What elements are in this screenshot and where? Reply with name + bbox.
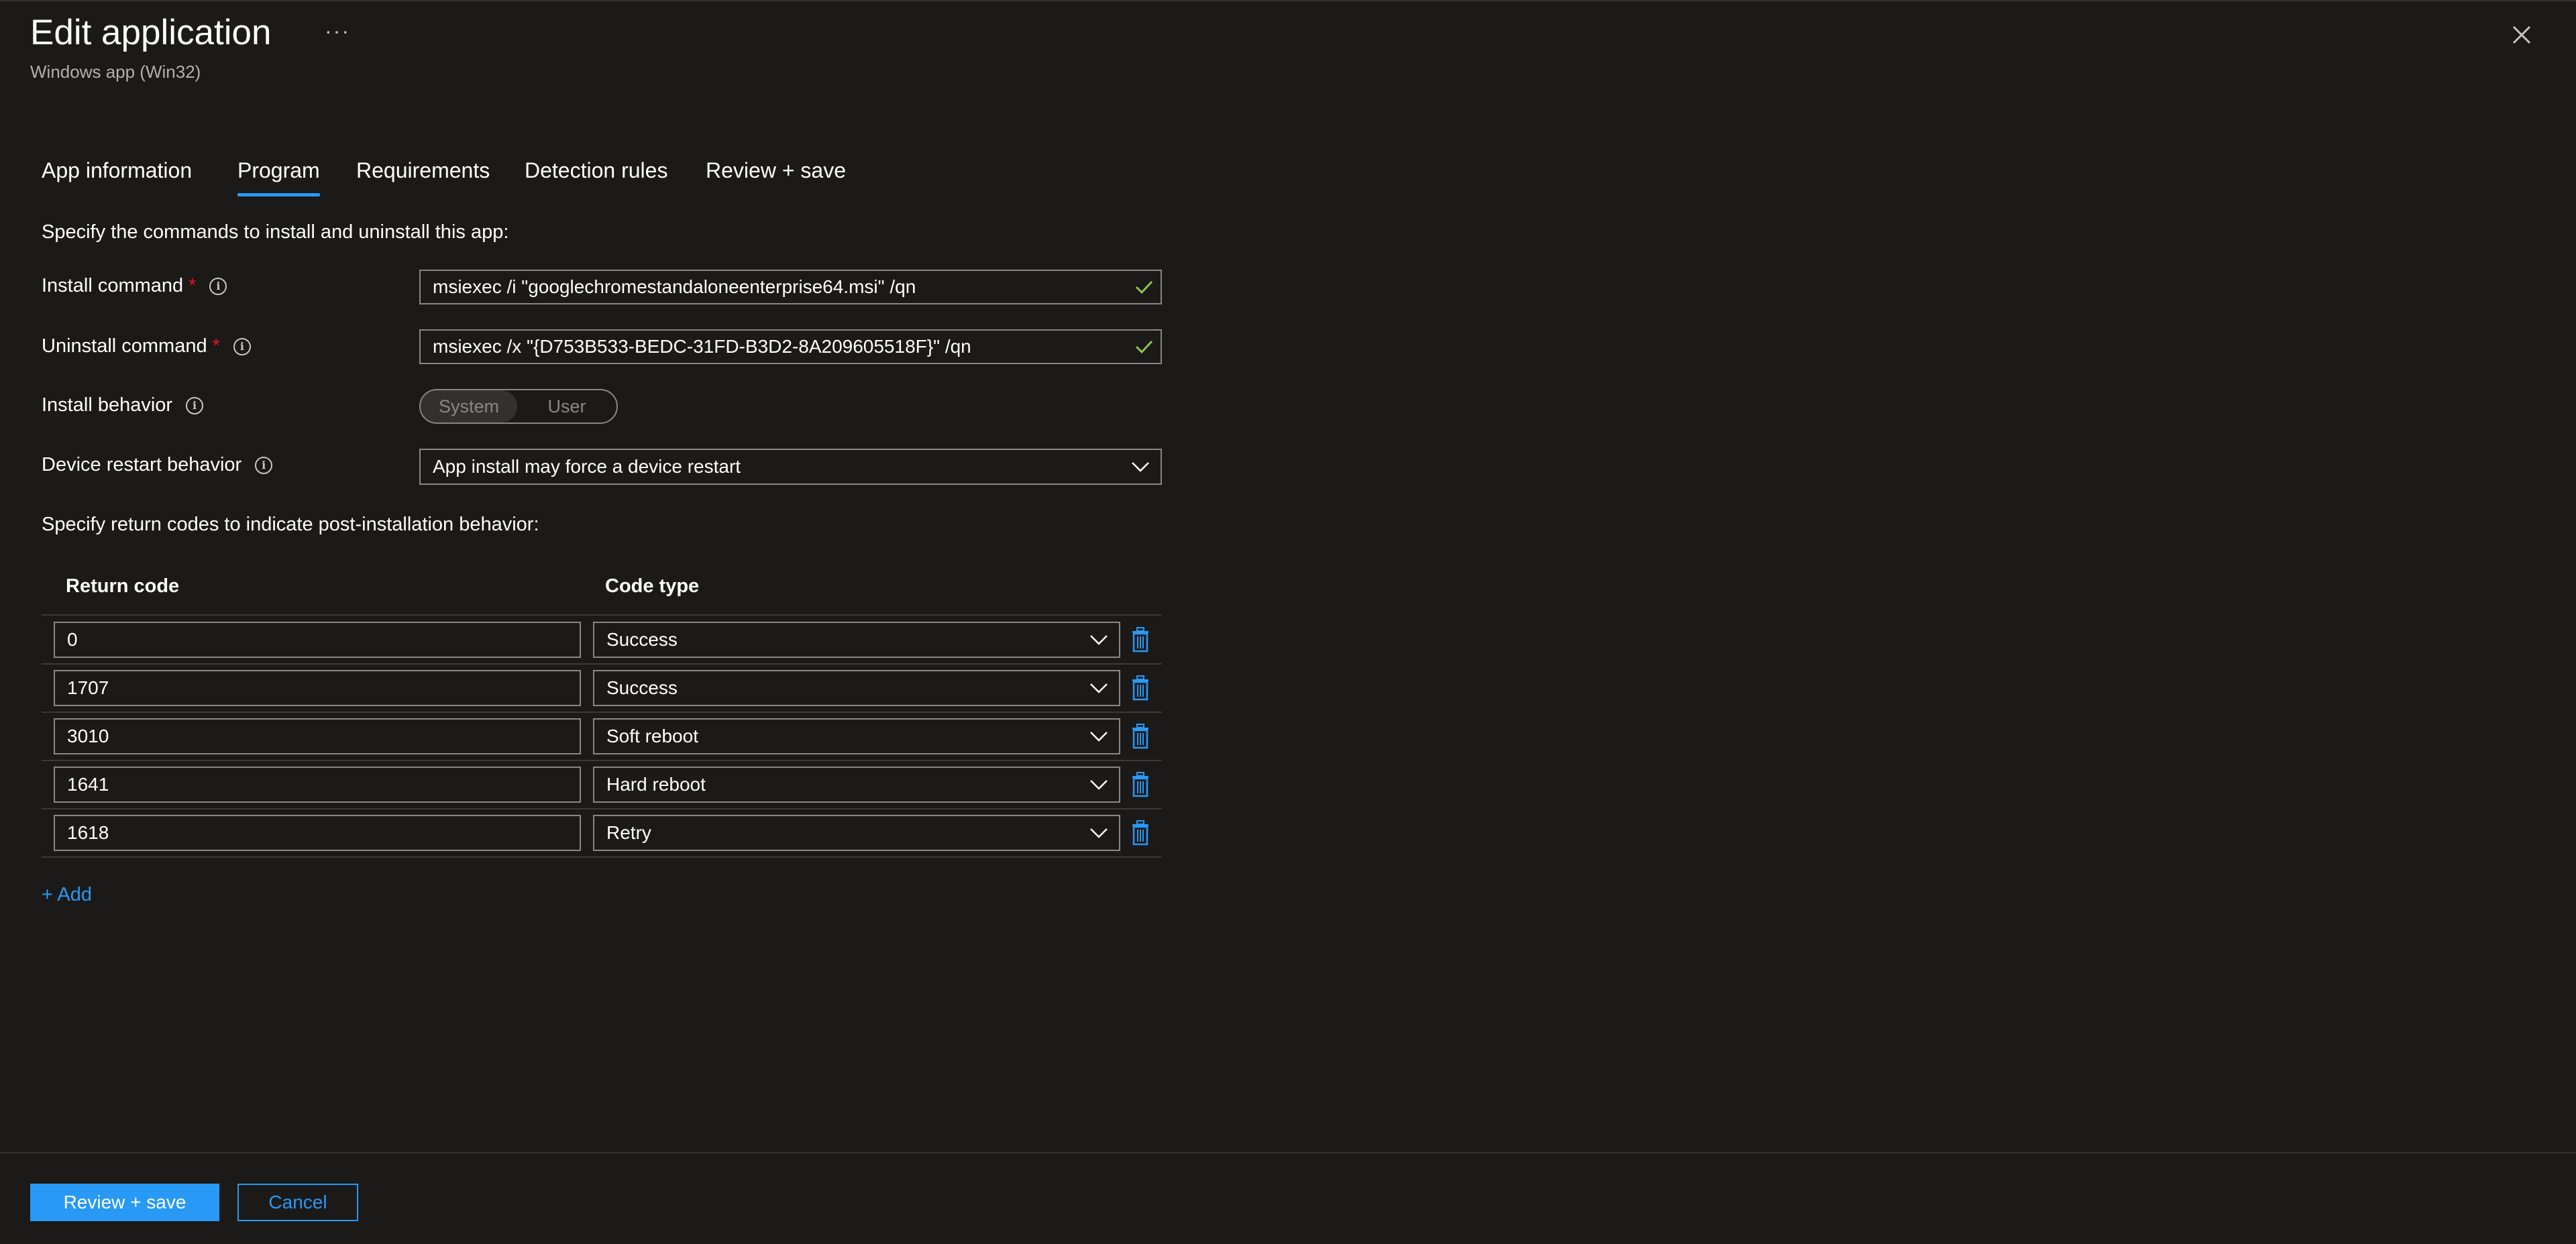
code-type-dropdown[interactable]: Hard reboot: [593, 767, 1120, 803]
chevron-down-icon: [1132, 462, 1149, 472]
uninstall-command-value: msiexec /x "{D753B533-BEDC-31FD-B3D2-8A2…: [433, 336, 971, 357]
code-type-value: Retry: [606, 822, 651, 843]
chevron-down-icon: [1090, 683, 1108, 693]
delete-icon[interactable]: [1130, 772, 1151, 797]
return-code-value: 1618: [67, 822, 109, 843]
code-type-dropdown[interactable]: Retry: [593, 815, 1120, 851]
review-save-button[interactable]: Review + save: [30, 1184, 219, 1221]
chevron-down-icon: [1090, 780, 1108, 790]
return-code-value: 1641: [67, 774, 109, 795]
row-divider: [42, 760, 1162, 761]
code-type-value: Soft reboot: [606, 726, 698, 746]
footer-divider: [0, 1152, 2576, 1153]
delete-icon[interactable]: [1130, 724, 1151, 749]
chevron-down-icon: [1090, 828, 1108, 838]
return-code-value: 1707: [67, 677, 109, 698]
uninstall-command-label: Uninstall command: [42, 335, 207, 357]
code-type-value: Success: [606, 677, 678, 698]
row-divider: [42, 856, 1162, 858]
tab-requirements[interactable]: Requirements: [356, 158, 490, 183]
chevron-down-icon: [1090, 732, 1108, 742]
info-icon[interactable]: i: [209, 277, 227, 295]
active-tab-indicator: [237, 193, 320, 196]
return-codes-intro-text: Specify return codes to indicate post-in…: [42, 514, 539, 535]
return-code-input[interactable]: 1618: [54, 815, 581, 851]
return-code-value: 0: [67, 629, 78, 650]
info-icon[interactable]: i: [255, 456, 273, 474]
install-behavior-toggle: System User: [419, 389, 618, 424]
valid-check-icon: [1135, 340, 1153, 354]
required-indicator: *: [189, 275, 197, 296]
page-subtitle: Windows app (Win32): [30, 62, 201, 82]
device-restart-dropdown[interactable]: App install may force a device restart: [419, 449, 1162, 485]
code-type-dropdown[interactable]: Soft reboot: [593, 718, 1120, 754]
delete-icon[interactable]: [1130, 675, 1151, 701]
device-restart-value: App install may force a device restart: [433, 456, 741, 477]
install-behavior-label: Install behavior: [42, 394, 173, 416]
install-behavior-label-row: Install behavior i: [42, 394, 204, 416]
return-code-column-header: Return code: [66, 575, 180, 597]
info-icon[interactable]: i: [186, 396, 204, 414]
cancel-button[interactable]: Cancel: [237, 1184, 358, 1221]
row-divider: [42, 663, 1162, 665]
row-divider: [42, 808, 1162, 809]
code-type-column-header: Code type: [605, 575, 700, 597]
return-code-input[interactable]: 0: [54, 622, 581, 658]
device-restart-label: Device restart behavior: [42, 454, 242, 475]
page-title: Edit application: [30, 13, 272, 52]
code-type-dropdown[interactable]: Success: [593, 670, 1120, 706]
add-return-code-link[interactable]: + Add: [42, 884, 92, 906]
commands-intro-text: Specify the commands to install and unin…: [42, 221, 509, 243]
table-header-divider: [42, 614, 1162, 616]
more-options-icon[interactable]: ···: [325, 19, 350, 44]
uninstall-command-label-row: Uninstall command * i: [42, 335, 251, 357]
top-border: [0, 0, 2576, 1]
valid-check-icon: [1135, 280, 1153, 294]
return-code-input[interactable]: 1641: [54, 767, 581, 803]
chevron-down-icon: [1090, 635, 1108, 645]
close-icon[interactable]: [2507, 20, 2536, 50]
return-code-input[interactable]: 3010: [54, 718, 581, 754]
code-type-dropdown[interactable]: Success: [593, 622, 1120, 658]
tab-program[interactable]: Program: [237, 158, 320, 183]
code-type-value: Hard reboot: [606, 774, 706, 795]
install-command-label: Install command: [42, 275, 184, 296]
tab-review-save[interactable]: Review + save: [706, 158, 846, 183]
tab-detection-rules[interactable]: Detection rules: [525, 158, 667, 183]
device-restart-label-row: Device restart behavior i: [42, 454, 273, 476]
install-command-value: msiexec /i "googlechromestandaloneenterp…: [433, 276, 916, 297]
delete-icon[interactable]: [1130, 820, 1151, 846]
delete-icon[interactable]: [1130, 627, 1151, 653]
info-icon[interactable]: i: [233, 337, 251, 355]
install-behavior-user-option[interactable]: User: [517, 390, 616, 422]
install-command-input[interactable]: msiexec /i "googlechromestandaloneenterp…: [419, 270, 1162, 304]
install-command-label-row: Install command * i: [42, 275, 227, 297]
return-code-input[interactable]: 1707: [54, 670, 581, 706]
uninstall-command-input[interactable]: msiexec /x "{D753B533-BEDC-31FD-B3D2-8A2…: [419, 329, 1162, 364]
code-type-value: Success: [606, 629, 678, 650]
tab-app-information[interactable]: App information: [42, 158, 192, 183]
install-behavior-system-option[interactable]: System: [421, 390, 517, 422]
row-divider: [42, 712, 1162, 713]
return-code-value: 3010: [67, 726, 109, 746]
required-indicator: *: [212, 335, 220, 357]
